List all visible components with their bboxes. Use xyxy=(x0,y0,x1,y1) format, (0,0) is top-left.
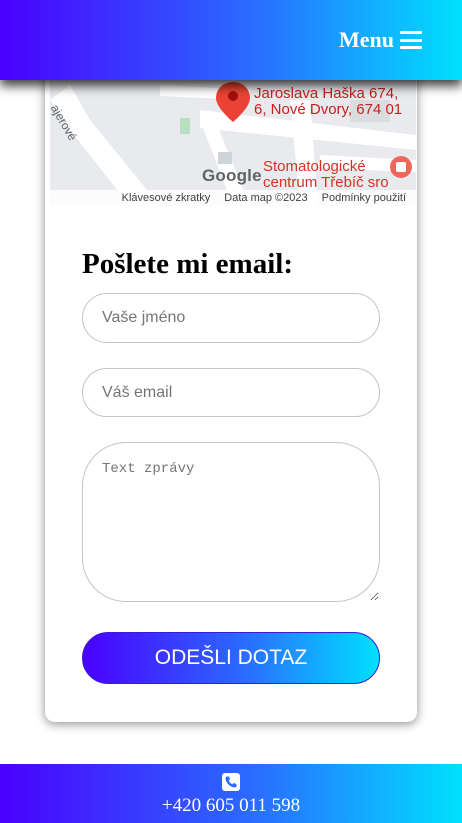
map-address-line1: Jaroslava Haška 674, xyxy=(254,85,399,102)
contact-card: Jaroslava Haška 674, 6, Nové Dvory, 674 … xyxy=(45,60,417,722)
menu-button[interactable]: Menu xyxy=(339,27,422,53)
phone-number[interactable]: +420 605 011 598 xyxy=(0,795,462,817)
site-header: Menu xyxy=(0,0,462,80)
contact-footer: +420 605 011 598 xyxy=(0,764,462,823)
email-input[interactable] xyxy=(82,368,380,417)
keyboard-shortcuts-link[interactable]: Klávesové zkratky xyxy=(122,192,211,204)
map-poi-line1: Stomatologické xyxy=(263,158,366,175)
map-embed[interactable]: Jaroslava Haška 674, 6, Nové Dvory, 674 … xyxy=(50,60,416,206)
form-title: Pošlete mi email: xyxy=(82,248,293,280)
terms-link[interactable]: Podmínky použití xyxy=(322,192,406,204)
phone-icon xyxy=(222,773,240,791)
map-footer: Klávesové zkratky Data map ©2023 Podmínk… xyxy=(50,190,416,206)
hamburger-icon xyxy=(400,31,422,49)
map-data-link[interactable]: Data map ©2023 xyxy=(224,192,307,204)
menu-label: Menu xyxy=(339,27,394,52)
map-address: Jaroslava Haška 674, 6, Nové Dvory, 674 … xyxy=(254,86,402,118)
map-poi-line2: centrum Třebíč sro xyxy=(263,174,389,191)
map-address-line2: 6, Nové Dvory, 674 01 xyxy=(254,101,403,118)
map-poi-label[interactable]: Stomatologické centrum Třebíč sro xyxy=(263,159,389,191)
name-input[interactable] xyxy=(82,293,380,343)
message-textarea[interactable] xyxy=(82,442,380,602)
google-logo: Google xyxy=(202,166,262,185)
submit-button[interactable]: ODEŠLI DOTAZ xyxy=(82,632,380,684)
